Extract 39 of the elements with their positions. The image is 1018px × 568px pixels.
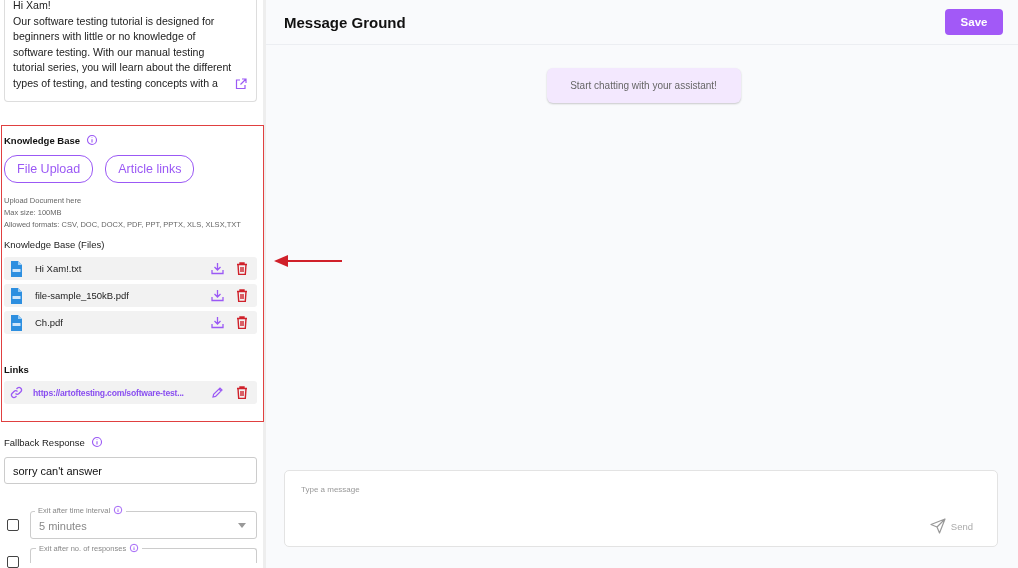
checkbox[interactable]	[7, 556, 19, 568]
download-icon[interactable]	[211, 289, 224, 302]
download-icon[interactable]	[211, 316, 224, 329]
section-title: Knowledge Base	[4, 134, 81, 146]
trash-icon[interactable]	[236, 289, 248, 302]
message-input[interactable]: Type a message Send	[284, 470, 998, 547]
send-button[interactable]: Send	[929, 518, 973, 534]
pencil-icon[interactable]	[211, 386, 224, 399]
caret-icon	[238, 522, 246, 528]
info-icon	[113, 505, 124, 515]
info-icon	[86, 134, 99, 146]
field-label: Fallback Response	[4, 436, 85, 448]
fallback-input[interactable]: sorry can't answer	[4, 457, 257, 484]
chat-bubble: Start chatting with your assistant!	[546, 68, 741, 103]
info-icon	[90, 436, 103, 448]
page-title: Message Ground	[284, 13, 406, 31]
save-button[interactable]: Save	[945, 9, 1003, 35]
file-name: Hi Xam!.txt	[35, 263, 83, 274]
link[interactable]: https://artoftesting.com/software-test...	[33, 387, 199, 398]
document-icon	[10, 260, 23, 277]
external-link-icon	[235, 78, 247, 90]
link-icon	[10, 386, 23, 399]
trash-icon[interactable]	[236, 386, 248, 399]
arrow-icon	[274, 255, 342, 267]
section-title: Links	[4, 364, 30, 375]
trash-icon[interactable]	[236, 316, 248, 329]
upload-button[interactable]: File Upload	[4, 155, 94, 183]
upload-button[interactable]: Article links	[105, 155, 195, 183]
trash-icon[interactable]	[236, 262, 248, 275]
checkbox[interactable]	[7, 519, 19, 531]
info-icon	[129, 543, 140, 553]
send-icon	[929, 518, 946, 534]
prompt-textarea[interactable]: Hi Xam! Our software testing tutorial is designed for beginners with little or no knowledge of software testing. With our manual testing tutorial series, you will learn about the different types of testing, and testing concepts with a	[4, 0, 257, 102]
section-title: Knowledge Base (Files)	[4, 239, 106, 250]
file-name: file-sample_150kB.pdf	[35, 290, 130, 301]
document-icon	[10, 314, 23, 331]
download-icon[interactable]	[211, 262, 224, 275]
document-icon	[10, 287, 23, 304]
file-name: Ch.pdf	[35, 317, 64, 328]
